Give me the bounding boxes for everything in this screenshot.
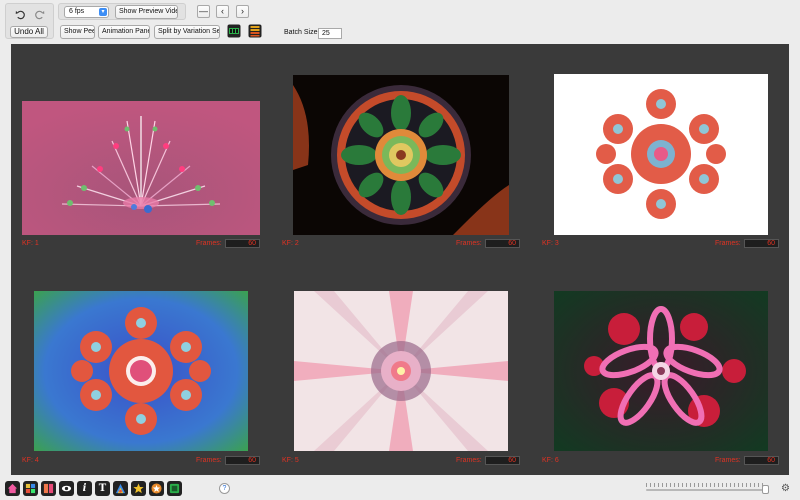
export-icon[interactable] [167,481,182,496]
eye-icon[interactable] [59,481,74,496]
undo-all-button[interactable]: Undo All [10,26,48,38]
info-icon[interactable]: i [77,481,92,496]
frames-input[interactable]: 60 [485,239,520,248]
gear-icon[interactable]: ⚙ [780,483,791,494]
help-button[interactable]: ? [219,483,230,494]
keyframe-thumbnail[interactable] [294,291,508,451]
split-view-icon[interactable] [41,481,56,496]
undo-icon[interactable] [13,7,27,21]
bottom-toolbar: i T ? ⚙ [0,478,800,500]
show-peer-button[interactable]: Show Peer [60,25,95,39]
keyframe-thumbnail[interactable] [34,291,248,451]
color-palette-icon[interactable] [113,481,128,496]
fps-value: 6 fps [69,8,85,15]
toolbar: Undo All 6 fps ▾ Show Preview Video — ‹ … [0,0,800,44]
keyframe-thumbnail[interactable] [293,75,509,235]
frames-input[interactable]: 60 [485,456,520,465]
keyframe-thumbnail[interactable] [22,101,260,235]
keyframe-label: KF: 3 [542,240,559,247]
chevron-down-icon: ▾ [99,8,107,16]
next-button[interactable]: › [236,5,249,18]
collapse-button[interactable]: — [197,5,210,18]
keyframe-label: KF: 6 [542,457,559,464]
animation-panel-button[interactable]: Animation Panel [98,25,150,39]
zoom-slider-ticks [646,483,766,487]
app-window: Undo All 6 fps ▾ Show Preview Video — ‹ … [0,0,800,500]
batch-size-label: Batch Size: [284,29,320,36]
text-icon[interactable]: T [95,481,110,496]
zoom-slider-knob[interactable] [762,485,769,494]
frames-input[interactable]: 60 [225,239,260,248]
frames-input[interactable]: 60 [744,456,779,465]
keyframe-grid: KF: 1 Frames: 60 KF: 2 Frames: 60 KF: 3 … [11,44,789,475]
frames-label: Frames: [196,457,222,464]
keyframe-label: KF: 4 [22,457,39,464]
keyframe-thumbnail[interactable] [554,74,768,235]
frames-label: Frames: [456,457,482,464]
frames-label: Frames: [715,240,741,247]
keyframe-label: KF: 1 [22,240,39,247]
fps-select[interactable]: 6 fps ▾ [64,6,109,18]
redo-icon[interactable] [32,7,46,21]
keyframe-label: KF: 5 [282,457,299,464]
frames-input[interactable]: 60 [225,456,260,465]
frames-label: Frames: [715,457,741,464]
show-preview-video-button[interactable]: Show Preview Video [115,5,178,19]
star-badge-icon[interactable] [149,481,164,496]
home-icon[interactable] [5,481,20,496]
batch-size-input[interactable]: 25 [318,28,342,39]
frames-input[interactable]: 60 [744,239,779,248]
film-stack-icon[interactable] [248,24,262,38]
frames-label: Frames: [196,240,222,247]
split-by-variation-set-button[interactable]: Split by Variation Set [154,25,220,39]
keyframe-thumbnail[interactable] [554,291,768,451]
keyframe-label: KF: 2 [282,240,299,247]
grid-icon[interactable] [23,481,38,496]
film-strip-icon[interactable] [227,24,241,38]
star-icon[interactable] [131,481,146,496]
frames-label: Frames: [456,240,482,247]
zoom-slider[interactable] [646,489,766,491]
previous-button[interactable]: ‹ [216,5,229,18]
